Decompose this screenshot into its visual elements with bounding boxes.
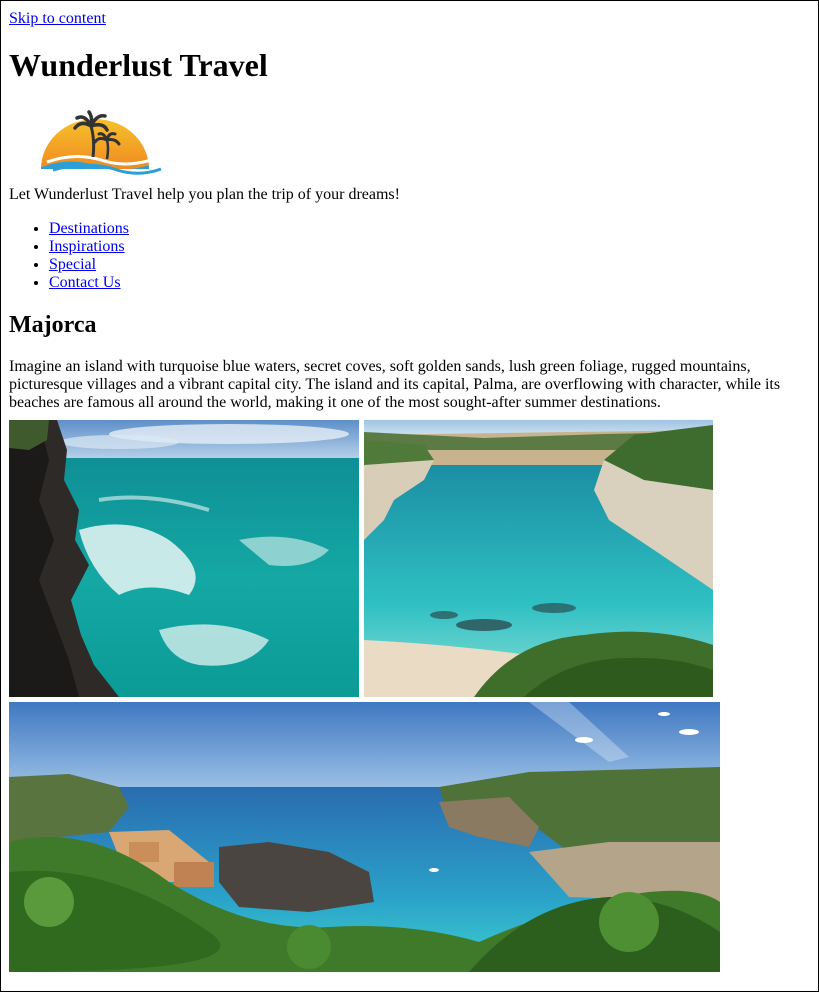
nav-link-special[interactable]: Special <box>49 256 96 273</box>
skip-to-content-link[interactable]: Skip to content <box>9 10 106 28</box>
nav-item-inspirations: Inspirations <box>49 238 810 256</box>
turquoise-sea-cliffs-photo <box>9 420 359 697</box>
tagline: Let Wunderlust Travel help you plan the … <box>9 186 400 203</box>
nav-link-destinations[interactable]: Destinations <box>49 220 129 237</box>
main-nav: Destinations Inspirations Special Contac… <box>9 220 810 292</box>
nav-item-contact-us: Contact Us <box>49 274 810 292</box>
destination-description: Imagine an island with turquoise blue wa… <box>9 358 781 411</box>
page: Skip to content Wunderlust Travel Let Wu… <box>1 1 818 980</box>
nav-item-destinations: Destinations <box>49 220 810 238</box>
secluded-cove-beach-photo <box>364 420 713 697</box>
cala-panorama-photo <box>9 702 810 972</box>
destination-heading: Majorca <box>9 312 97 338</box>
nav-link-contact-us[interactable]: Contact Us <box>49 274 121 291</box>
palm-sunset-logo-icon <box>41 110 162 175</box>
site-title: Wunderlust Travel <box>9 47 268 83</box>
photo-gallery <box>9 420 810 972</box>
nav-link-inspirations[interactable]: Inspirations <box>49 238 125 255</box>
nav-item-special: Special <box>49 256 810 274</box>
